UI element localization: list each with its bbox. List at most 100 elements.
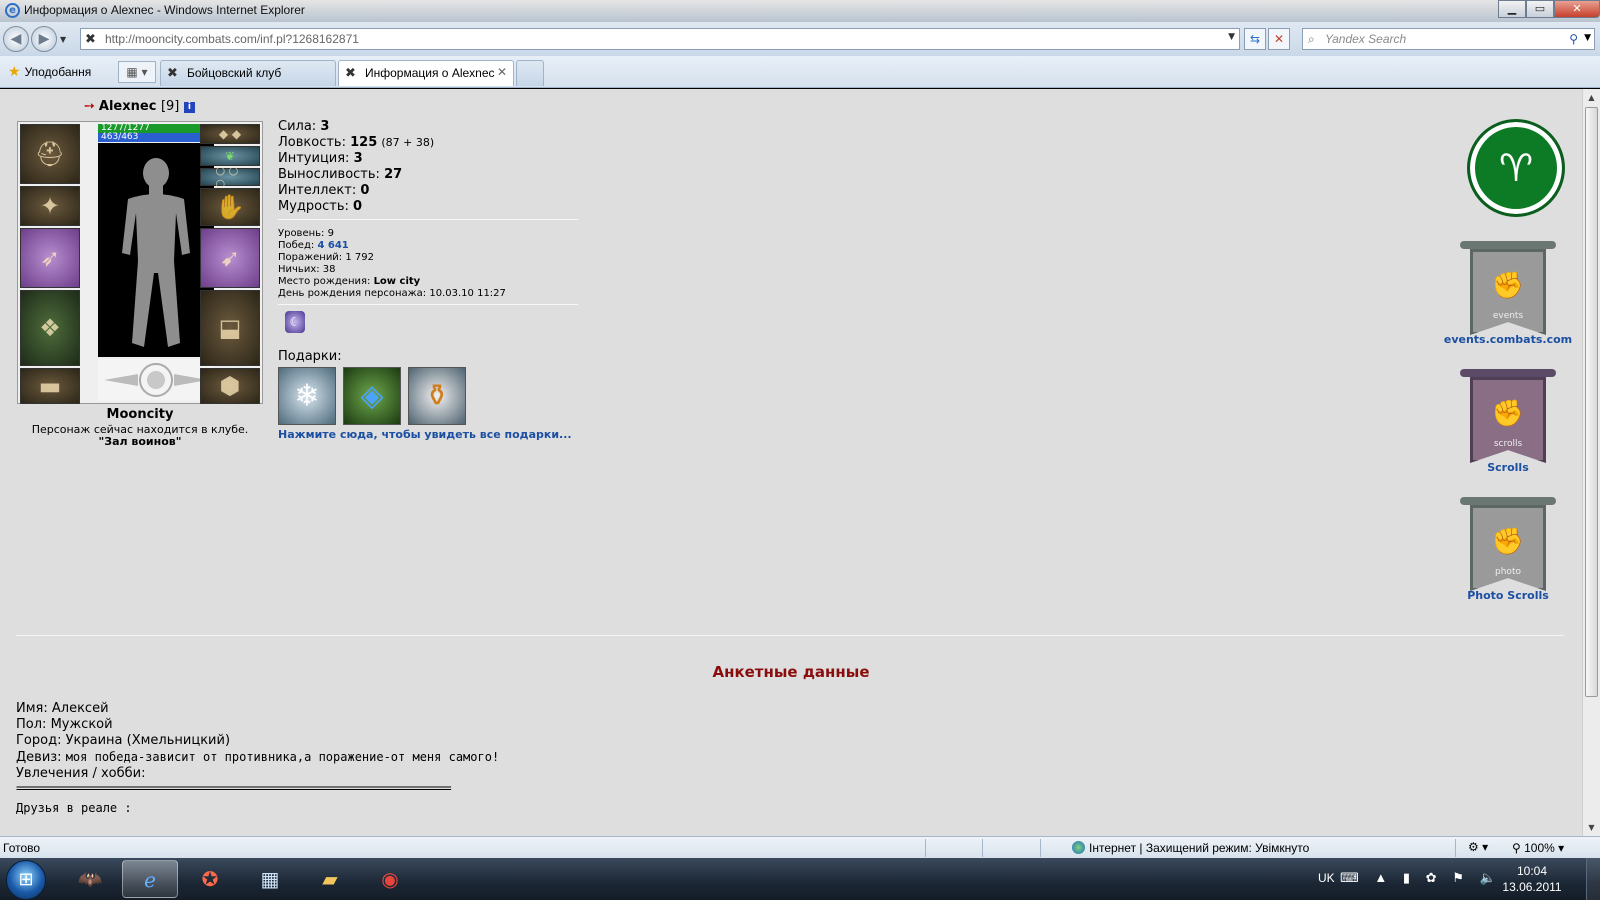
taskbar-chrome[interactable]: ◉ — [362, 860, 418, 898]
gift-snowflake[interactable]: ❄ — [278, 367, 336, 425]
clan-badge-icon[interactable]: ☾ — [285, 311, 305, 333]
address-field[interactable]: ✖ http://mooncity.combats.com/inf.pl?126… — [80, 28, 1240, 50]
maximize-button[interactable]: ▭ — [1526, 0, 1554, 18]
belt-slot[interactable]: ▬ — [20, 368, 80, 404]
clock[interactable]: 10:04 13.06.2011 — [1490, 863, 1574, 895]
taskbar: ⊞ 🦇 ℯ ✪ ▦ ▰ ◉ UK ⌨ ▲ ▮ ✿ ⚑ 🔈 10:04 13.06… — [0, 858, 1600, 900]
boots-slot[interactable]: ⬢ — [200, 368, 260, 404]
ie-icon: e — [5, 3, 20, 18]
forward-arrow-icon: ▶ — [38, 31, 50, 47]
profile-heading: Анкетные данные — [712, 663, 870, 681]
fist-emblem-icon — [104, 363, 208, 397]
earrings-slot[interactable]: ◆ ◆ — [200, 124, 260, 144]
vertical-scrollbar[interactable]: ▲ ▼ — [1582, 89, 1600, 836]
profile-label: Имя: — [16, 701, 48, 716]
scroll-down-icon[interactable]: ▼ — [1583, 819, 1600, 836]
back-button[interactable]: ◀ — [3, 26, 29, 52]
status-bar: Готово Інтернет | Захищений режим: Увімк… — [0, 836, 1600, 858]
private-arrow-icon[interactable]: ➙ — [84, 99, 95, 114]
action-center-icon: ⚑ — [1452, 870, 1470, 885]
gift-book[interactable]: ◈ — [343, 367, 401, 425]
helmet-slot[interactable]: ⛑ — [20, 124, 80, 184]
popup-blocker-icon[interactable]: ⚙ ▾ — [1468, 840, 1488, 854]
location-room: "Зал воинов" — [98, 435, 182, 448]
network-icon: ▮ — [1402, 870, 1417, 885]
show-desktop-button[interactable] — [1586, 858, 1600, 900]
back-arrow-icon: ◀ — [10, 31, 22, 47]
rings-slot[interactable]: ○ ○ ○ — [200, 164, 260, 190]
gloves-slot[interactable]: ✋ — [200, 188, 260, 226]
profile-divider-line: ========================================… — [16, 781, 452, 795]
search-input[interactable]: Yandex Search — [1325, 32, 1406, 46]
status-text: Готово — [3, 841, 41, 855]
language-indicator[interactable]: UK — [1318, 871, 1335, 885]
scrolls-banner[interactable]: ✊ scrolls — [1460, 369, 1556, 465]
address-dropdown-icon[interactable]: ▼ — [1228, 32, 1235, 42]
gift-jar[interactable]: ⚱ — [408, 367, 466, 425]
all-gifts-link[interactable]: Нажмите сюда, чтобы увидеть все подарки.… — [278, 428, 572, 441]
minimize-button[interactable]: ▁ — [1498, 0, 1526, 18]
search-provider-icon: ⌕ — [1308, 32, 1315, 46]
tab-close-icon[interactable]: ✕ — [497, 65, 507, 79]
globe-icon — [1072, 841, 1085, 854]
quick-tabs-button[interactable]: ▦ ▾ — [118, 61, 156, 83]
helmet-icon: ⛑ — [34, 140, 66, 168]
leggings-slot[interactable]: ⬓ — [200, 290, 260, 366]
stat-wisdom: 0 — [353, 199, 363, 214]
taskbar-batman-app[interactable]: 🦇 — [62, 860, 118, 898]
rings-icon: ○ ○ ○ — [215, 164, 239, 190]
events-link[interactable]: events.combats.com — [1428, 333, 1582, 346]
belt-icon: ▬ — [38, 372, 62, 400]
tab-fight-club[interactable]: ✖ Бойцовский клуб — [160, 60, 336, 86]
scroll-thumb[interactable] — [1585, 107, 1598, 697]
profile-label: Девиз: — [16, 750, 62, 765]
info-losses: 1 792 — [345, 252, 375, 263]
character-nick[interactable]: Alexnec — [99, 99, 157, 114]
taskbar-calculator[interactable]: ▦ — [242, 860, 298, 898]
info-draws: 38 — [322, 264, 336, 275]
armor-slot[interactable]: ❖ — [20, 290, 80, 366]
boots-icon: ⬢ — [219, 372, 241, 400]
zoom-control[interactable]: ⚲ 100% ▾ — [1512, 841, 1564, 855]
banner-rod — [1460, 241, 1556, 249]
favorites-button[interactable]: ★ Уподобання — [8, 63, 91, 80]
stat-label: Выносливость: — [278, 167, 380, 182]
amulet-slot[interactable]: ❦ — [200, 146, 260, 166]
earrings-icon: ◆ ◆ — [218, 127, 242, 141]
tab-info-alexnec[interactable]: ✖ Информация о Alexnec ✕ — [338, 60, 514, 86]
search-box[interactable]: ⌕ Yandex Search ⚲ ▼ — [1302, 28, 1595, 50]
amulet-icon: ❦ — [224, 149, 236, 163]
security-zone[interactable]: Інтернет | Захищений режим: Увімкнуто — [1072, 841, 1309, 855]
stop-button[interactable]: ✕ — [1268, 28, 1290, 50]
weapon-slot[interactable]: ➶ — [20, 228, 80, 288]
taskbar-app-3[interactable]: ✪ — [182, 860, 238, 898]
quiver-icon: ➹ — [219, 244, 241, 272]
profile-gender: Мужской — [50, 717, 113, 732]
shield-slot[interactable]: ➹ — [200, 228, 260, 288]
bracers-icon: ✦ — [39, 192, 61, 220]
history-dropdown-icon[interactable]: ▼ — [60, 35, 66, 44]
photo-scrolls-banner[interactable]: ✊ photo — [1460, 497, 1556, 593]
scroll-up-icon[interactable]: ▲ — [1583, 89, 1600, 106]
zoom-level: 100% — [1524, 841, 1555, 855]
start-button[interactable]: ⊞ — [6, 860, 46, 900]
scrolls-link[interactable]: Scrolls — [1428, 461, 1582, 474]
search-options-icon[interactable]: ▼ — [1584, 33, 1591, 43]
events-banner[interactable]: ✊ events — [1460, 241, 1556, 337]
info-icon[interactable]: i — [183, 102, 195, 113]
search-icon[interactable]: ⚲ — [1569, 32, 1578, 46]
close-window-button[interactable]: ✕ — [1554, 0, 1600, 18]
jar-icon: ⚱ — [424, 378, 450, 414]
info-level: 9 — [327, 228, 334, 239]
forward-button[interactable]: ▶ — [31, 26, 57, 52]
bracers-slot[interactable]: ✦ — [20, 186, 80, 226]
new-tab-button[interactable] — [516, 60, 544, 86]
taskbar-explorer[interactable]: ▰ — [302, 860, 358, 898]
book-icon: ◈ — [360, 378, 384, 414]
tray-icons[interactable]: ⌨ ▲ ▮ ✿ ⚑ 🔈 — [1340, 870, 1502, 886]
photo-scrolls-link[interactable]: Photo Scrolls — [1428, 589, 1582, 602]
taskbar-internet-explorer[interactable]: ℯ — [122, 860, 178, 898]
city-emblem[interactable]: ♈ — [1467, 119, 1565, 217]
address-url[interactable]: http://mooncity.combats.com/inf.pl?12681… — [105, 32, 359, 46]
refresh-button[interactable]: ⇆ — [1244, 28, 1266, 50]
